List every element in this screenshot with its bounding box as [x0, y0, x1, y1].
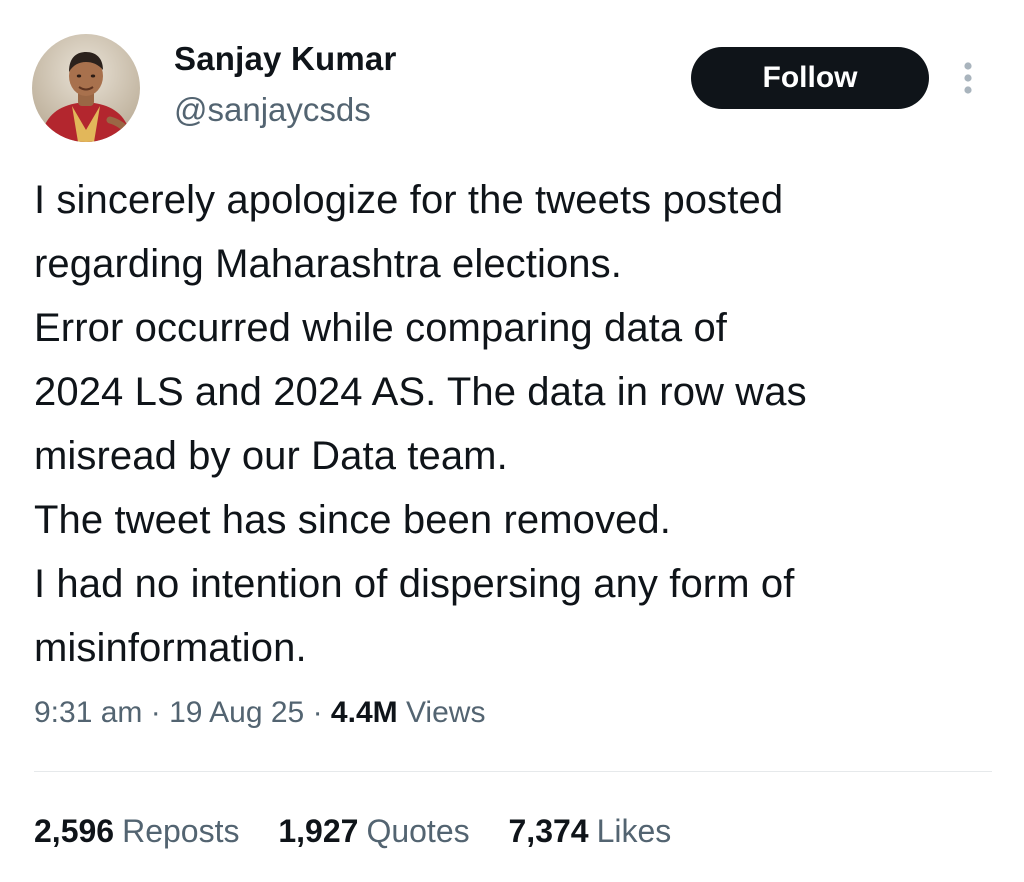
quotes-label: Quotes — [366, 813, 470, 849]
likes-count: 7,374 — [508, 813, 589, 849]
quotes-stat[interactable]: 1,927 Quotes — [278, 813, 469, 850]
more-vertical-icon[interactable] — [960, 60, 976, 96]
profile-photo-icon — [32, 34, 140, 142]
reposts-stat[interactable]: 2,596 Reposts — [34, 813, 239, 850]
meta-separator: · — [150, 696, 161, 729]
divider — [34, 771, 992, 772]
engagement-stats: 2,596 Reposts 1,927 Quotes 7,374 Likes — [34, 813, 701, 850]
tweet-text-line: I sincerely apologize for the tweets pos… — [34, 178, 784, 222]
follow-button[interactable]: Follow — [691, 47, 929, 109]
reposts-count: 2,596 — [34, 813, 115, 849]
avatar[interactable] — [32, 34, 140, 142]
tweet-date[interactable]: 19 Aug 25 — [169, 696, 304, 729]
tweet-text-line: regarding Maharashtra elections. — [34, 242, 622, 286]
tweet-time[interactable]: 9:31 am — [34, 696, 142, 729]
tweet-text-line: misinformation. — [34, 626, 307, 670]
tweet-meta: 9:31 am · 19 Aug 25 · 4.4M Views — [34, 696, 485, 730]
author-name[interactable]: Sanjay Kumar — [174, 40, 397, 78]
reposts-label: Reposts — [122, 813, 240, 849]
tweet-text: I sincerely apologize for the tweets pos… — [34, 168, 1009, 680]
views-label: Views — [405, 696, 486, 729]
tweet-text-line: Error occurred while comparing data of — [34, 306, 727, 350]
meta-separator: · — [312, 696, 323, 729]
tweet-text-line: I had no intention of dispersing any for… — [34, 562, 795, 606]
author-handle[interactable]: @sanjaycsds — [174, 91, 371, 129]
quotes-count: 1,927 — [278, 813, 359, 849]
tweet-text-line: misread by our Data team. — [34, 434, 508, 478]
tweet-text-line: 2024 LS and 2024 AS. The data in row was — [34, 370, 807, 414]
views-count: 4.4M — [330, 696, 398, 729]
tweet-text-line: The tweet has since been removed. — [34, 498, 671, 542]
tweet-card: Sanjay Kumar @sanjaycsds Follow I sincer… — [0, 0, 1024, 882]
likes-label: Likes — [596, 813, 672, 849]
likes-stat[interactable]: 7,374 Likes — [509, 813, 672, 850]
